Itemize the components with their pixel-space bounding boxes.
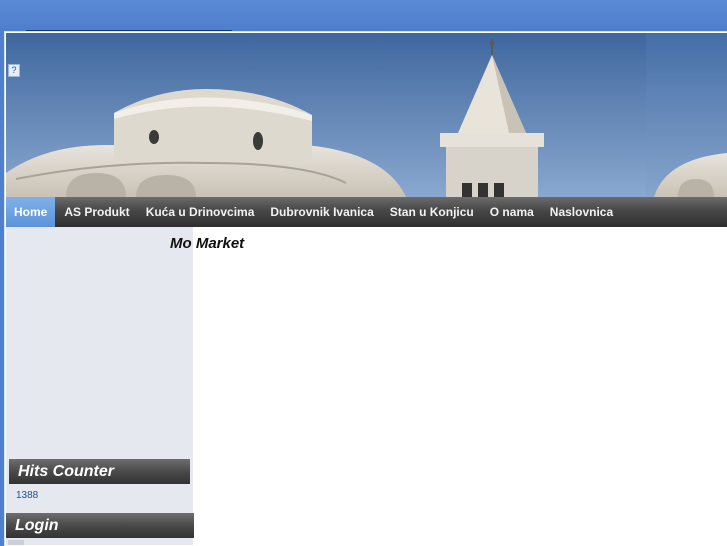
nav-item-dubrovnik-ivanica[interactable]: Dubrovnik Ivanica (262, 197, 381, 227)
broken-image-icon: ? (8, 64, 20, 77)
nav-item-as-produkt[interactable]: AS Produkt (56, 197, 137, 227)
main-navigation: Home AS Produkt Kuća u Drinovcima Dubrov… (6, 197, 727, 227)
nav-item-o-nama[interactable]: O nama (482, 197, 542, 227)
nav-item-stan-u-konjicu[interactable]: Stan u Konjicu (382, 197, 482, 227)
nav-item-home[interactable]: Home (6, 197, 56, 227)
login-form-start (8, 540, 24, 545)
hits-counter-heading: Hits Counter (9, 459, 190, 484)
hits-counter-value: 1388 (16, 490, 39, 501)
nav-item-kuca-u-drinovcima[interactable]: Kuća u Drinovcima (138, 197, 263, 227)
header-banner (6, 33, 727, 197)
top-bar (0, 0, 727, 30)
login-heading: Login (6, 513, 194, 538)
banner-image (6, 33, 727, 197)
nav-item-naslovnica[interactable]: Naslovnica (542, 197, 621, 227)
page-title: Mo Market (170, 235, 245, 252)
